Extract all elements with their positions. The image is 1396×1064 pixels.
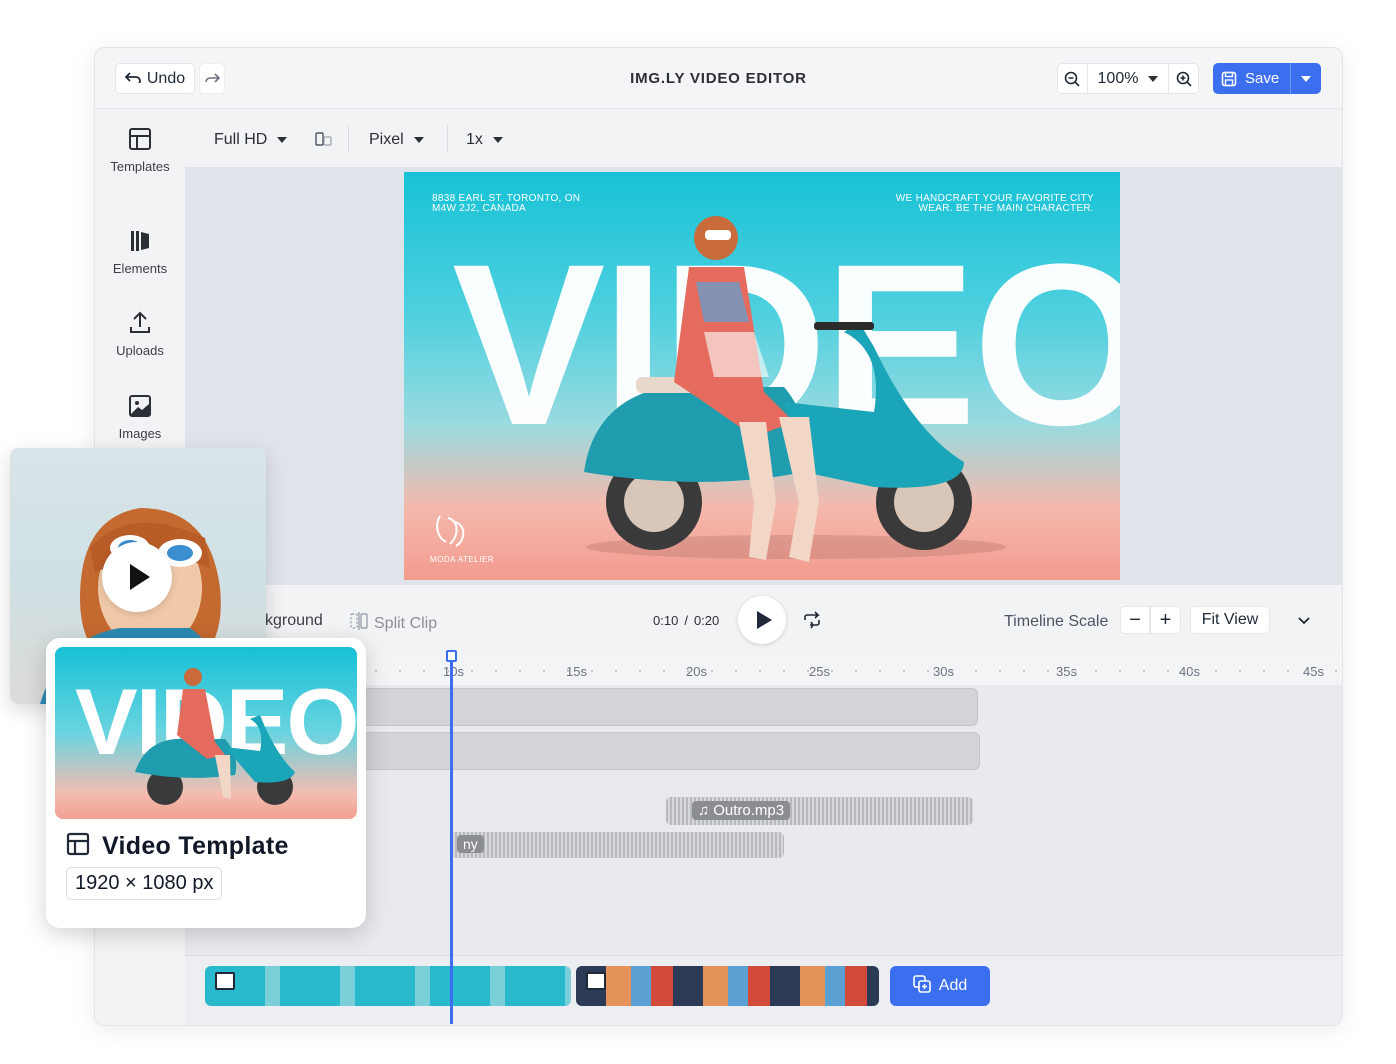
video-preview[interactable]: 8838 EARL ST. TORONTO, ON M4W 2J2, CANAD… bbox=[404, 172, 1120, 580]
play-icon bbox=[756, 611, 772, 629]
video-clip-icon bbox=[586, 972, 606, 990]
template-card[interactable]: VIDEO Video Template 1920 × 1080 px bbox=[46, 638, 366, 928]
sidebar-item-uploads[interactable]: Uploads bbox=[95, 311, 185, 358]
sidebar-item-label: Elements bbox=[112, 261, 168, 276]
orientation-toggle[interactable] bbox=[315, 131, 333, 152]
collapse-timeline-button[interactable] bbox=[1297, 613, 1311, 631]
fit-view-label: Fit View bbox=[1201, 611, 1259, 628]
timeline-track-clip[interactable] bbox=[355, 732, 980, 770]
fit-view-button[interactable]: Fit View bbox=[1190, 606, 1270, 634]
clip-strip: Add bbox=[185, 955, 1342, 1025]
zoom-value: 100% bbox=[1097, 69, 1139, 87]
top-bar: Undo IMG.LY VIDEO EDITOR 100% Save bbox=[95, 48, 1342, 109]
loop-icon bbox=[802, 611, 822, 633]
canvas-area[interactable]: 8838 EARL ST. TORONTO, ON M4W 2J2, CANAD… bbox=[185, 167, 1342, 585]
split-icon bbox=[350, 612, 368, 635]
save-menu-button[interactable] bbox=[1290, 63, 1321, 94]
chevron-down-icon bbox=[492, 137, 503, 143]
timeline-track-clip[interactable] bbox=[355, 688, 978, 726]
playhead-handle[interactable] bbox=[446, 650, 457, 662]
audio-clip-outro[interactable]: ♫ Outro.mp3 bbox=[666, 797, 973, 825]
plus-icon: + bbox=[1159, 608, 1172, 631]
audio-clip-second[interactable]: ny bbox=[451, 832, 784, 858]
unit-select[interactable]: Pixel bbox=[369, 131, 424, 149]
zoom-control: 100% bbox=[1057, 63, 1199, 94]
template-icon bbox=[66, 832, 90, 861]
music-note-icon: ♫ bbox=[698, 802, 710, 819]
image-icon bbox=[95, 394, 185, 418]
scale-select[interactable]: 1x bbox=[466, 131, 503, 149]
split-label: Split Clip bbox=[374, 614, 438, 632]
scale-value: 1x bbox=[466, 131, 483, 148]
save-icon bbox=[1221, 71, 1237, 87]
ruler-dots bbox=[375, 670, 1342, 672]
chevron-down-icon bbox=[1301, 75, 1311, 82]
add-clip-icon bbox=[912, 974, 931, 998]
audio-clip-name: Outro.mp3 bbox=[713, 802, 785, 819]
zoom-select[interactable]: 100% bbox=[1088, 64, 1170, 93]
video-clip-1[interactable] bbox=[205, 966, 571, 1006]
total-time: 0:20 bbox=[693, 613, 720, 628]
orientation-icon bbox=[315, 131, 333, 152]
video-clip-2[interactable] bbox=[576, 966, 879, 1006]
add-clip-button[interactable]: Add bbox=[890, 966, 990, 1006]
sidebar-item-label: Images bbox=[118, 426, 162, 441]
background-label: kground bbox=[265, 612, 323, 629]
brand-logo-mark bbox=[436, 515, 465, 547]
canvas-toolbar: Full HD Pixel 1x bbox=[185, 109, 1342, 167]
sidebar-item-label: Uploads bbox=[116, 343, 164, 358]
play-icon bbox=[130, 564, 150, 590]
template-icon bbox=[95, 127, 185, 151]
loop-button[interactable] bbox=[802, 611, 822, 634]
brand-name: MODA ATELIER bbox=[430, 555, 495, 564]
chevron-down-icon bbox=[1297, 613, 1311, 630]
add-label: Add bbox=[938, 977, 968, 994]
audio-clip-label: ♫ Outro.mp3 bbox=[692, 801, 791, 820]
sidebar-item-label: Templates bbox=[110, 159, 170, 174]
divider bbox=[447, 125, 448, 153]
audio-clip-name: ny bbox=[463, 836, 478, 852]
sidebar-item-templates[interactable]: Templates bbox=[95, 127, 185, 174]
format-value: Full HD bbox=[214, 131, 268, 148]
save-label: Save bbox=[1245, 70, 1280, 87]
sidebar-item-elements[interactable]: Elements bbox=[95, 229, 185, 276]
time-separator: / bbox=[684, 613, 688, 628]
background-button[interactable]: kground bbox=[265, 612, 323, 630]
audio-clip-label: ny bbox=[457, 835, 484, 853]
video-clip-icon bbox=[215, 972, 235, 990]
scooter-model-illustration bbox=[584, 216, 1006, 562]
playhead[interactable] bbox=[450, 652, 453, 1024]
template-card-title: Video Template bbox=[102, 832, 289, 860]
timeline-zoom-out-button[interactable]: − bbox=[1120, 606, 1150, 634]
format-select[interactable]: Full HD bbox=[214, 131, 288, 149]
upload-icon bbox=[95, 311, 185, 335]
play-overlay-button[interactable] bbox=[102, 542, 172, 612]
time-display: 0:10 / 0:20 bbox=[653, 613, 719, 628]
brand-logo: MODA ATELIER bbox=[430, 512, 510, 564]
template-card-title-row: Video Template bbox=[66, 832, 289, 861]
divider bbox=[348, 125, 349, 153]
current-time: 0:10 bbox=[653, 613, 679, 628]
timeline-zoom-in-button[interactable]: + bbox=[1150, 606, 1181, 634]
chevron-down-icon bbox=[1148, 75, 1159, 82]
split-clip-button[interactable]: Split Clip bbox=[350, 612, 437, 635]
save-button[interactable]: Save bbox=[1213, 63, 1321, 94]
timeline-scale-label: Timeline Scale bbox=[1004, 613, 1109, 630]
chevron-down-icon bbox=[277, 137, 288, 143]
template-scooter-illustration bbox=[135, 668, 295, 805]
minus-icon: − bbox=[1129, 608, 1141, 631]
elements-icon bbox=[95, 229, 185, 253]
template-size-badge: 1920 × 1080 px bbox=[66, 867, 223, 900]
chevron-down-icon bbox=[413, 137, 424, 143]
sidebar-item-images[interactable]: Images bbox=[95, 394, 185, 441]
play-button[interactable] bbox=[738, 596, 786, 644]
template-thumbnail: VIDEO bbox=[55, 647, 357, 819]
unit-value: Pixel bbox=[369, 131, 404, 148]
zoom-in-icon[interactable] bbox=[1169, 64, 1198, 93]
zoom-out-icon[interactable] bbox=[1058, 64, 1088, 93]
